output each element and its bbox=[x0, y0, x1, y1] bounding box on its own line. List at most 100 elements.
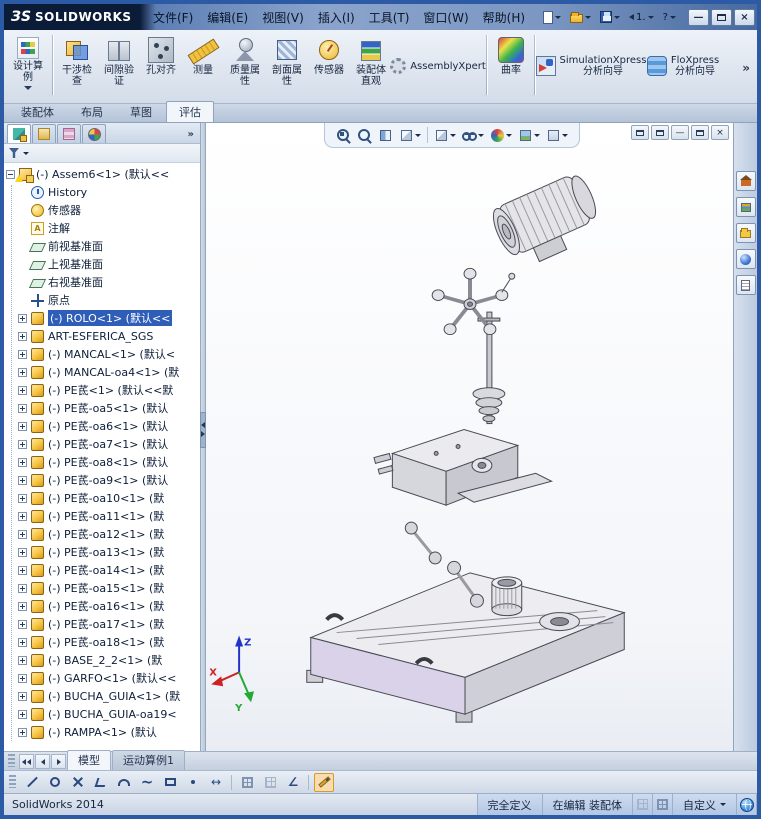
tree-item-top-plane[interactable]: 上视基准面 bbox=[4, 255, 200, 273]
menu-tools[interactable]: 工具(T) bbox=[362, 5, 417, 30]
snap-settings-button[interactable] bbox=[260, 773, 280, 792]
tags-toggle[interactable] bbox=[653, 794, 673, 815]
first-tab-button[interactable] bbox=[19, 754, 34, 769]
zoom-to-area-button[interactable] bbox=[355, 126, 374, 145]
expander-icon[interactable] bbox=[18, 403, 27, 413]
tab-property-manager[interactable] bbox=[32, 124, 56, 143]
tree-item[interactable]: (-) PE茋-oa7<1> (默认 bbox=[4, 435, 200, 453]
zoom-fit-button[interactable] bbox=[334, 126, 353, 145]
measure-button[interactable]: 测量 bbox=[182, 32, 224, 100]
custom-properties-button[interactable] bbox=[735, 275, 756, 295]
open-document-button[interactable] bbox=[567, 9, 594, 25]
customize-status-button[interactable]: 自定义 bbox=[673, 794, 737, 815]
quick-tips-toggle[interactable] bbox=[633, 794, 653, 815]
menu-view[interactable]: 视图(V) bbox=[255, 5, 311, 30]
tree-item[interactable]: (-) PE茋-oa17<1> (默 bbox=[4, 615, 200, 633]
tree-item[interactable]: (-) PE茋-oa18<1> (默 bbox=[4, 633, 200, 651]
display-style-button[interactable] bbox=[432, 126, 458, 145]
toolbar-grip[interactable] bbox=[9, 774, 16, 788]
menu-file[interactable]: 文件(F) bbox=[146, 5, 200, 30]
document-close-button[interactable]: × bbox=[711, 125, 729, 140]
clearance-verification-button[interactable]: 间隙验 证 bbox=[98, 32, 140, 100]
expander-icon[interactable] bbox=[18, 709, 27, 719]
tree-item-front-plane[interactable]: 前视基准面 bbox=[4, 237, 200, 255]
apply-scene-button[interactable] bbox=[516, 126, 542, 145]
grid-snap-button[interactable] bbox=[237, 773, 257, 792]
tree-item-selected[interactable]: (-) ROLO<1> (默认<< bbox=[4, 309, 200, 327]
tree-item[interactable]: (-) PE茋-oa11<1> (默 bbox=[4, 507, 200, 525]
document-restore-button[interactable] bbox=[691, 125, 709, 140]
tree-item[interactable]: (-) GARFO<1> (默认<< bbox=[4, 669, 200, 687]
expander-icon[interactable] bbox=[18, 457, 27, 467]
tree-item[interactable]: (-) PE茋<1> (默认<<默 bbox=[4, 381, 200, 399]
expander-icon[interactable] bbox=[18, 349, 27, 359]
spline-tool-button[interactable] bbox=[137, 773, 157, 792]
tree-item-right-plane[interactable]: 右视基准面 bbox=[4, 273, 200, 291]
new-document-button[interactable] bbox=[540, 9, 564, 26]
menu-help[interactable]: 帮助(H) bbox=[476, 5, 532, 30]
new-window-button[interactable] bbox=[631, 125, 649, 140]
expander-icon[interactable] bbox=[18, 547, 27, 557]
expander-icon[interactable] bbox=[18, 727, 27, 737]
tab-evaluate[interactable]: 评估 bbox=[166, 101, 214, 122]
chevron-down-icon[interactable] bbox=[23, 151, 29, 155]
menu-window[interactable]: 窗口(W) bbox=[416, 5, 475, 30]
tree-item[interactable]: (-) PE茋-oa12<1> (默 bbox=[4, 525, 200, 543]
tree-item[interactable]: (-) PE茋-oa9<1> (默认 bbox=[4, 471, 200, 489]
section-properties-button[interactable]: 剖面属 性 bbox=[266, 32, 308, 100]
edit-appearance-button[interactable] bbox=[488, 126, 514, 145]
filter-funnel-icon[interactable] bbox=[9, 148, 19, 158]
simulationxpress-button[interactable]: SimulationXpress 分析向导 bbox=[535, 32, 646, 100]
tree-item-history[interactable]: History bbox=[4, 183, 200, 201]
file-explorer-button[interactable] bbox=[735, 223, 756, 243]
expander-icon[interactable] bbox=[18, 475, 27, 485]
expander-icon[interactable] bbox=[18, 691, 27, 701]
help-globe-button[interactable] bbox=[737, 794, 757, 815]
expander-icon[interactable] bbox=[6, 169, 15, 179]
tab-sketch[interactable]: 草图 bbox=[117, 101, 165, 122]
tree-item[interactable]: (-) PE茋-oa5<1> (默认 bbox=[4, 399, 200, 417]
floxpress-button[interactable]: FloXpress 分析向导 bbox=[644, 32, 722, 100]
rectangle-tool-button[interactable] bbox=[160, 773, 180, 792]
expander-icon[interactable] bbox=[18, 601, 27, 611]
tab-motion-study-1[interactable]: 运动算例1 bbox=[112, 750, 185, 770]
tab-assembly[interactable]: 装配体 bbox=[8, 101, 67, 122]
expander-icon[interactable] bbox=[18, 637, 27, 647]
exploded-view-model[interactable]: Z X Y bbox=[206, 123, 733, 751]
tree-item[interactable]: (-) PE茋-oa13<1> (默 bbox=[4, 543, 200, 561]
angle-dimension-button[interactable] bbox=[283, 773, 303, 792]
tree-item[interactable]: (-) PE茋-oa15<1> (默 bbox=[4, 579, 200, 597]
interference-check-button[interactable]: 干涉检 查 bbox=[56, 32, 98, 100]
assemblyxpert-button[interactable]: AssemblyXpert bbox=[390, 32, 486, 100]
tree-item-origin[interactable]: 原点 bbox=[4, 291, 200, 309]
next-tab-button[interactable] bbox=[51, 754, 66, 769]
expander-icon[interactable] bbox=[18, 565, 27, 575]
expander-icon[interactable] bbox=[18, 421, 27, 431]
trim-tool-button[interactable] bbox=[68, 773, 88, 792]
hide-show-items-button[interactable] bbox=[460, 126, 486, 145]
save-button[interactable] bbox=[597, 9, 623, 25]
expander-icon[interactable] bbox=[18, 655, 27, 665]
minimize-button[interactable]: — bbox=[688, 8, 709, 26]
tree-item-annotations[interactable]: 注解 bbox=[4, 219, 200, 237]
tree-item[interactable]: ART-ESFERICA_SGS bbox=[4, 327, 200, 345]
tree-item-assembly-root[interactable]: (-) Assem6<1> (默认<< bbox=[4, 165, 200, 183]
expander-icon[interactable] bbox=[18, 367, 27, 377]
tree-item[interactable]: (-) MANCAL<1> (默认< bbox=[4, 345, 200, 363]
centerline-tool-button[interactable] bbox=[91, 773, 111, 792]
solidworks-resources-button[interactable] bbox=[735, 171, 756, 191]
expander-icon[interactable] bbox=[18, 511, 27, 521]
expander-icon[interactable] bbox=[18, 493, 27, 503]
view-orientation-button[interactable] bbox=[397, 126, 423, 145]
tree-item[interactable]: (-) BUCHA_GUIA<1> (默 bbox=[4, 687, 200, 705]
tree-item-sensors[interactable]: 传感器 bbox=[4, 201, 200, 219]
help-button[interactable]: ? bbox=[660, 10, 679, 25]
tree-item[interactable]: (-) BASE_2_2<1> (默 bbox=[4, 651, 200, 669]
tab-display-manager[interactable] bbox=[82, 124, 106, 143]
appearances-scenes-button[interactable] bbox=[735, 249, 756, 269]
ribbon-overflow-button[interactable]: » bbox=[737, 61, 755, 75]
curvature-button[interactable]: 曲率 bbox=[490, 32, 532, 100]
panel-flyout-button[interactable]: » bbox=[185, 129, 197, 143]
view-settings-button[interactable] bbox=[544, 126, 570, 145]
sensors-button[interactable]: 传感器 bbox=[308, 32, 350, 100]
